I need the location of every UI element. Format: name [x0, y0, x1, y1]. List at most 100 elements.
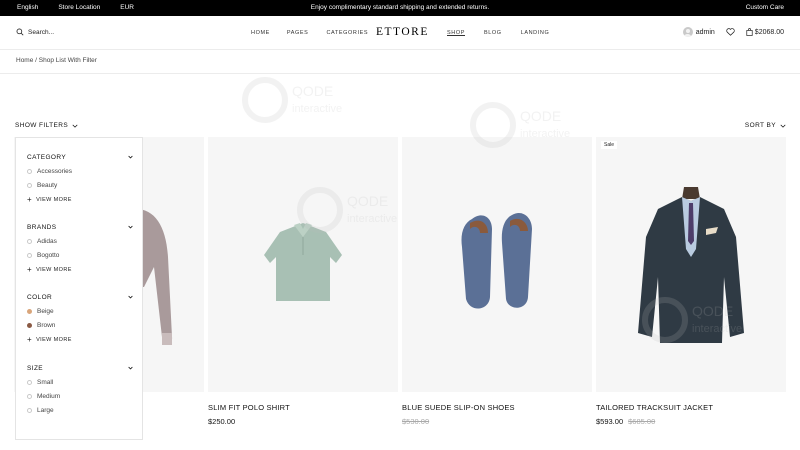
product-card[interactable]: Sale TAILORED TRACKSUIT JACKET $593.00 $6…	[596, 137, 786, 427]
nav-item-landing[interactable]: LANDING	[521, 30, 550, 36]
main-nav-right: SHOP BLOG LANDING	[447, 30, 549, 36]
announcement-text: Enjoy complimentary standard shipping an…	[310, 4, 490, 11]
watermark-text: QODE	[292, 83, 333, 99]
radio-button[interactable]	[27, 239, 32, 244]
color-swatch[interactable]	[27, 323, 32, 328]
filter-option-label: Brown	[37, 322, 56, 329]
product-name[interactable]: TAILORED TRACKSUIT JACKET	[596, 403, 713, 412]
breadcrumb-separator: /	[35, 57, 37, 64]
radio-button[interactable]	[27, 380, 32, 385]
product-name[interactable]: BLUE SUEDE SLIP-ON SHOES	[402, 403, 515, 412]
product-image[interactable]	[402, 137, 592, 392]
filter-option[interactable]: Large	[27, 407, 133, 414]
filter-section-category: CATEGORY Accessories Beauty + VIEW MORE	[27, 153, 133, 204]
radio-button[interactable]	[27, 408, 32, 413]
radio-button[interactable]	[27, 394, 32, 399]
plus-icon: +	[27, 265, 33, 274]
radio-button[interactable]	[27, 253, 32, 258]
sort-by-dropdown[interactable]: SORT BY	[745, 122, 786, 129]
filter-option-label: Beige	[37, 308, 54, 315]
filter-section-header[interactable]: SIZE	[27, 364, 133, 372]
product-name[interactable]: SLIM FIT POLO SHIRT	[208, 403, 290, 412]
view-more-label: VIEW MORE	[36, 336, 72, 343]
filter-option-label: Accessories	[37, 168, 73, 175]
nav-item-categories[interactable]: CATEGORIES	[326, 30, 368, 36]
chevron-down-icon	[72, 124, 78, 128]
cart-bag-icon[interactable]	[746, 28, 753, 36]
filter-title: COLOR	[27, 293, 53, 301]
cart-total[interactable]: $2068.00	[755, 29, 784, 36]
filter-option-label: Adidas	[37, 238, 57, 245]
chevron-down-icon	[128, 225, 133, 229]
filter-section-header[interactable]: COLOR	[27, 293, 133, 301]
sale-badge: Sale	[601, 141, 618, 149]
show-filters-toggle[interactable]: SHOW FILTERS	[15, 122, 78, 129]
color-swatch[interactable]	[27, 309, 32, 314]
show-filters-label: SHOW FILTERS	[15, 122, 69, 129]
product-prices: $593.00 $685.00	[596, 417, 655, 426]
filter-option-label: Small	[37, 379, 54, 386]
filter-title: BRANDS	[27, 223, 57, 231]
filter-option-label: Medium	[37, 393, 61, 400]
main-nav: HOME PAGES CATEGORIES	[251, 30, 368, 36]
filter-option[interactable]: Adidas	[27, 238, 133, 245]
filter-option[interactable]: Beauty	[27, 182, 133, 189]
filter-option[interactable]: Small	[27, 379, 133, 386]
product-prices: $250.00	[208, 417, 235, 426]
search-icon	[16, 28, 24, 36]
avatar[interactable]	[682, 27, 693, 37]
nav-item-shop[interactable]: SHOP	[447, 30, 465, 36]
chevron-down-icon	[128, 295, 133, 299]
filter-section-header[interactable]: CATEGORY	[27, 153, 133, 161]
nav-item-home[interactable]: HOME	[251, 30, 270, 36]
filter-section-color: COLOR Beige Brown + VIEW MORE	[27, 293, 133, 344]
view-more-link[interactable]: + VIEW MORE	[27, 265, 133, 274]
header-actions: admin $2068.00	[682, 27, 784, 37]
customer-care-link[interactable]: Custom Care	[746, 4, 784, 11]
filter-title: CATEGORY	[27, 153, 67, 161]
plus-icon: +	[27, 335, 33, 344]
view-more-link[interactable]: + VIEW MORE	[27, 195, 133, 204]
site-logo[interactable]: ETTORE	[376, 26, 429, 38]
wishlist-heart-icon[interactable]	[726, 28, 735, 36]
polo-shirt-image	[264, 223, 342, 301]
product-image[interactable]	[208, 137, 398, 392]
filter-option[interactable]: Bogotto	[27, 252, 133, 259]
filter-section-size: SIZE Small Medium Large	[27, 364, 133, 414]
filter-title: SIZE	[27, 364, 44, 372]
filter-section-header[interactable]: BRANDS	[27, 223, 133, 231]
search-trigger[interactable]: Search...	[16, 28, 54, 36]
filter-option-label: Beauty	[37, 182, 58, 189]
view-more-link[interactable]: + VIEW MORE	[27, 335, 133, 344]
product-price: $593.00	[596, 417, 624, 426]
chevron-down-icon	[780, 124, 786, 128]
radio-button[interactable]	[27, 183, 32, 188]
filter-option[interactable]: Brown	[27, 322, 133, 329]
filter-option[interactable]: Beige	[27, 308, 133, 315]
top-announcement-bar: English Store Location EUR Enjoy complim…	[0, 0, 800, 16]
filter-panel: CATEGORY Accessories Beauty + VIEW MORE B…	[15, 137, 143, 440]
product-price: $250.00	[208, 417, 236, 426]
chevron-down-icon	[128, 155, 133, 159]
filter-option[interactable]: Medium	[27, 393, 133, 400]
product-old-price: $685.00	[628, 417, 656, 426]
chevron-down-icon	[128, 366, 133, 370]
radio-button[interactable]	[27, 169, 32, 174]
divider	[0, 73, 800, 74]
product-card[interactable]: BLUE SUEDE SLIP-ON SHOES $530.00	[402, 137, 592, 427]
user-account-link[interactable]: admin	[696, 29, 715, 36]
product-card[interactable]: SLIM FIT POLO SHIRT $250.00	[208, 137, 398, 427]
watermark-logo: QODE interactive	[240, 70, 350, 130]
breadcrumb-home-link[interactable]: Home	[16, 57, 33, 64]
product-prices: $530.00	[402, 417, 429, 426]
product-image[interactable]: Sale	[596, 137, 786, 392]
filter-option[interactable]: Accessories	[27, 168, 133, 175]
breadcrumb-current: Shop List With Filter	[38, 57, 97, 64]
nav-item-pages[interactable]: PAGES	[287, 30, 309, 36]
nav-item-blog[interactable]: BLOG	[484, 30, 502, 36]
sort-by-label: SORT BY	[744, 122, 776, 129]
breadcrumb: Home / Shop List With Filter	[16, 57, 97, 64]
search-label: Search...	[28, 28, 55, 36]
suede-shoes-image	[461, 212, 532, 309]
plus-icon: +	[27, 195, 33, 204]
